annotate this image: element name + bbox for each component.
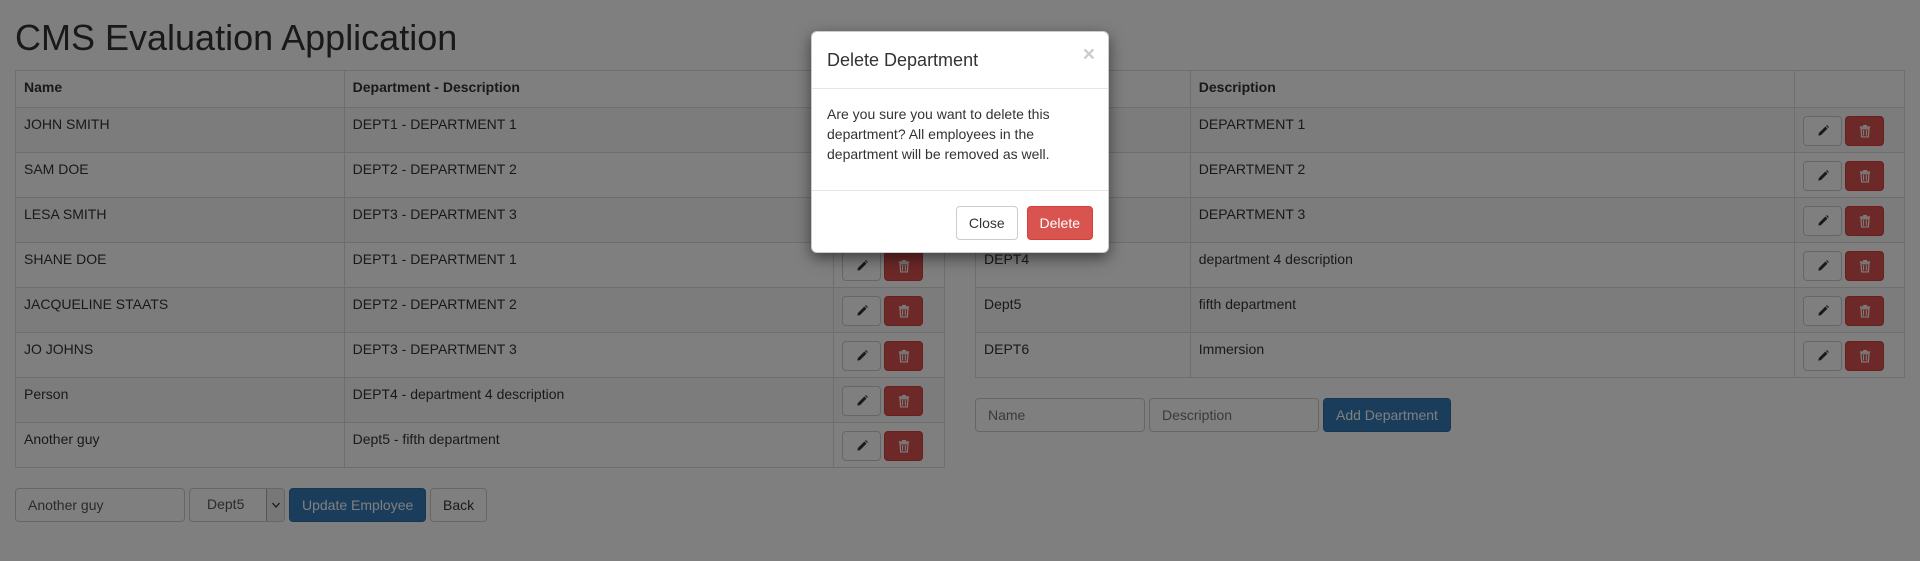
close-button[interactable]: Close	[955, 206, 1018, 240]
modal-title: Delete Department	[827, 50, 979, 70]
close-icon[interactable]: ×	[1083, 44, 1095, 65]
modal-message: Are you sure you want to delete this dep…	[827, 106, 1050, 162]
modal-header: Delete Department ×	[812, 32, 1108, 89]
delete-button[interactable]: Delete	[1026, 206, 1093, 240]
modal-footer: Close Delete	[812, 190, 1108, 253]
delete-department-dialog: Delete Department × Are you sure you wan…	[811, 31, 1109, 253]
